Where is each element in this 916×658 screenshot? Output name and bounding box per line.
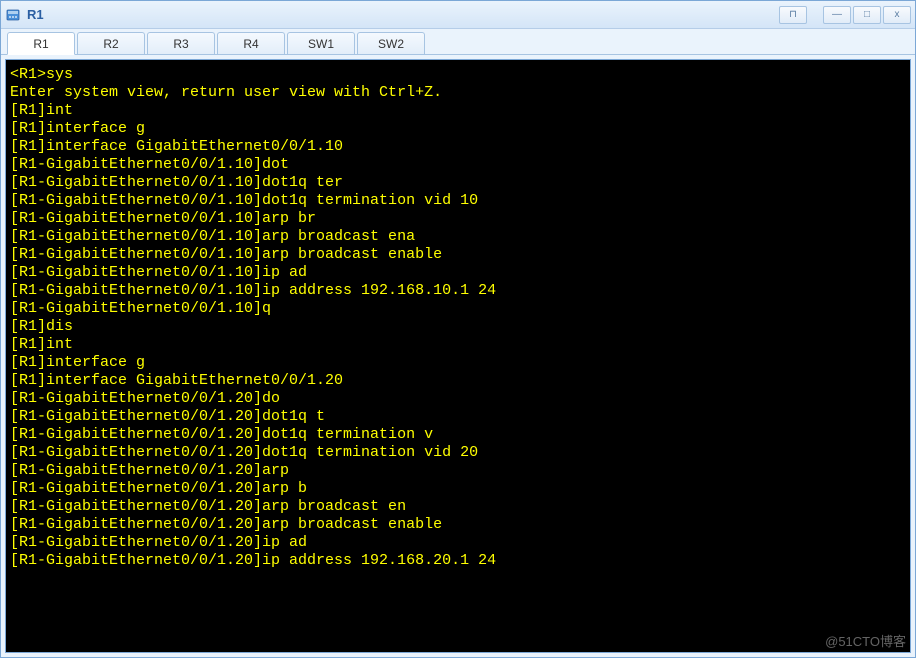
terminal-line: [R1-GigabitEthernet0/0/1.20]dot1q t bbox=[10, 408, 906, 426]
detach-button[interactable]: ⊓ bbox=[779, 6, 807, 24]
terminal-line: [R1-GigabitEthernet0/0/1.10]ip ad bbox=[10, 264, 906, 282]
terminal-line: [R1]int bbox=[10, 102, 906, 120]
terminal-line: Enter system view, return user view with… bbox=[10, 84, 906, 102]
terminal-line: [R1-GigabitEthernet0/0/1.20]arp broadcas… bbox=[10, 516, 906, 534]
terminal-line: [R1-GigabitEthernet0/0/1.10]ip address 1… bbox=[10, 282, 906, 300]
minimize-button[interactable]: — bbox=[823, 6, 851, 24]
terminal-line: [R1]interface GigabitEthernet0/0/1.20 bbox=[10, 372, 906, 390]
terminal-line: [R1-GigabitEthernet0/0/1.20]arp broadcas… bbox=[10, 498, 906, 516]
terminal-line: [R1-GigabitEthernet0/0/1.20]ip ad bbox=[10, 534, 906, 552]
terminal-line: [R1-GigabitEthernet0/0/1.20]dot1q termin… bbox=[10, 444, 906, 462]
terminal-line: [R1-GigabitEthernet0/0/1.10]arp broadcas… bbox=[10, 228, 906, 246]
titlebar[interactable]: R1 ⊓ — □ x bbox=[1, 1, 915, 29]
terminal-line: [R1]int bbox=[10, 336, 906, 354]
terminal-line: [R1-GigabitEthernet0/0/1.20]do bbox=[10, 390, 906, 408]
terminal-container: <R1>sysEnter system view, return user vi… bbox=[1, 55, 915, 657]
tabbar: R1 R2 R3 R4 SW1 SW2 bbox=[1, 29, 915, 55]
tab-r3[interactable]: R3 bbox=[147, 32, 215, 54]
terminal-line: [R1-GigabitEthernet0/0/1.20]dot1q termin… bbox=[10, 426, 906, 444]
close-button[interactable]: x bbox=[883, 6, 911, 24]
control-spacer bbox=[809, 6, 821, 24]
terminal-line: [R1-GigabitEthernet0/0/1.20]ip address 1… bbox=[10, 552, 906, 570]
terminal-line: <R1>sys bbox=[10, 66, 906, 84]
terminal-line: [R1]dis bbox=[10, 318, 906, 336]
tab-r4[interactable]: R4 bbox=[217, 32, 285, 54]
tab-sw2[interactable]: SW2 bbox=[357, 32, 425, 54]
window-controls: ⊓ — □ x bbox=[779, 6, 911, 24]
app-icon bbox=[5, 7, 21, 23]
terminal-line: [R1-GigabitEthernet0/0/1.20]arp b bbox=[10, 480, 906, 498]
tab-r1[interactable]: R1 bbox=[7, 32, 75, 55]
terminal-line: [R1]interface g bbox=[10, 354, 906, 372]
tab-r2[interactable]: R2 bbox=[77, 32, 145, 54]
terminal-line: [R1]interface GigabitEthernet0/0/1.10 bbox=[10, 138, 906, 156]
terminal-line: [R1-GigabitEthernet0/0/1.10]arp broadcas… bbox=[10, 246, 906, 264]
terminal-line: [R1-GigabitEthernet0/0/1.10]arp br bbox=[10, 210, 906, 228]
terminal[interactable]: <R1>sysEnter system view, return user vi… bbox=[5, 59, 911, 653]
terminal-line: [R1-GigabitEthernet0/0/1.10]dot1q termin… bbox=[10, 192, 906, 210]
terminal-line: [R1]interface g bbox=[10, 120, 906, 138]
window-title: R1 bbox=[27, 7, 779, 22]
terminal-line: [R1-GigabitEthernet0/0/1.10]dot1q ter bbox=[10, 174, 906, 192]
terminal-line: [R1-GigabitEthernet0/0/1.10]dot bbox=[10, 156, 906, 174]
app-window: R1 ⊓ — □ x R1 R2 R3 R4 SW1 SW2 <R1>sysEn… bbox=[0, 0, 916, 658]
terminal-line: [R1-GigabitEthernet0/0/1.10]q bbox=[10, 300, 906, 318]
tab-sw1[interactable]: SW1 bbox=[287, 32, 355, 54]
maximize-button[interactable]: □ bbox=[853, 6, 881, 24]
terminal-line: [R1-GigabitEthernet0/0/1.20]arp bbox=[10, 462, 906, 480]
